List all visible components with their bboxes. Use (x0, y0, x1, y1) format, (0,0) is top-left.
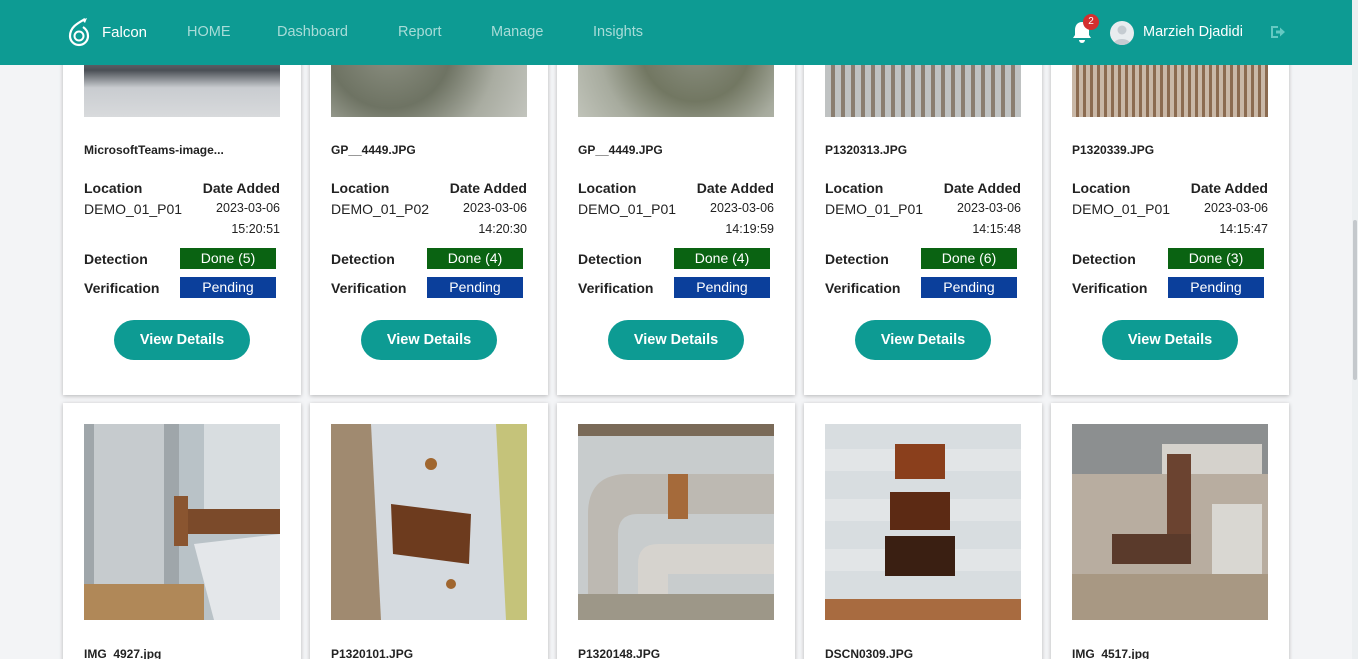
file-name: GP__4449.JPG (578, 143, 663, 157)
pipe-photo (1072, 424, 1268, 620)
image-thumbnail[interactable] (331, 424, 527, 620)
location-label: Location (578, 180, 637, 196)
detection-status-badge: Done (4) (674, 248, 770, 269)
detection-label: Detection (578, 251, 642, 267)
date-added-label: Date Added (943, 180, 1021, 196)
verification-status-badge: Pending (674, 277, 770, 298)
date-added-label: Date Added (1190, 180, 1268, 196)
date-value: 2023-03-06 (957, 201, 1021, 215)
verification-label: Verification (1072, 280, 1148, 296)
location-label: Location (825, 180, 884, 196)
date-value: 2023-03-06 (463, 201, 527, 215)
date-value: 2023-03-06 (710, 201, 774, 215)
view-details-button[interactable]: View Details (608, 320, 744, 360)
verification-status-badge: Pending (180, 277, 276, 298)
brand[interactable]: Falcon (66, 17, 147, 47)
nav-dashboard[interactable]: Dashboard (277, 24, 348, 40)
image-thumbnail[interactable] (84, 424, 280, 620)
date-added-label: Date Added (449, 180, 527, 196)
nav-report[interactable]: Report (398, 24, 442, 40)
image-thumbnail[interactable] (825, 424, 1021, 620)
location-label: Location (1072, 180, 1131, 196)
location-value: DEMO_01_P01 (1072, 201, 1171, 217)
verification-label: Verification (84, 280, 160, 296)
pipe-photo (84, 424, 280, 620)
location-value: DEMO_01_P02 (331, 201, 430, 217)
nav-manage[interactable]: Manage (491, 24, 543, 40)
brand-name: Falcon (102, 23, 148, 41)
image-card: P1320101.JPG (310, 403, 548, 659)
detection-status-badge: Done (3) (1168, 248, 1264, 269)
pipe-photo (331, 424, 527, 620)
verification-label: Verification (578, 280, 654, 296)
time-value: 14:20:30 (478, 222, 527, 236)
verification-label: Verification (825, 280, 901, 296)
file-name: DSCN0309.JPG (825, 647, 914, 659)
verification-label: Verification (331, 280, 407, 296)
detection-status-badge: Done (4) (427, 248, 523, 269)
date-value: 2023-03-06 (216, 201, 280, 215)
time-value: 15:20:51 (231, 222, 280, 236)
verification-status-badge: Pending (427, 277, 523, 298)
logout-icon[interactable] (1269, 23, 1287, 41)
detection-status-badge: Done (5) (180, 248, 276, 269)
user-name[interactable]: Marzieh Djadidi (1143, 24, 1243, 40)
file-name: GP__4449.JPG (331, 143, 416, 157)
date-value: 2023-03-06 (1204, 201, 1268, 215)
verification-status-badge: Pending (1168, 277, 1264, 298)
image-card: P1320148.JPG (557, 403, 795, 659)
nav-home[interactable]: HOME (187, 24, 231, 40)
detection-label: Detection (84, 251, 148, 267)
avatar[interactable] (1110, 21, 1134, 45)
view-details-button[interactable]: View Details (361, 320, 497, 360)
image-card: IMG_4517.jpg (1051, 403, 1289, 659)
location-value: DEMO_01_P01 (825, 201, 924, 217)
pipe-photo (825, 424, 1021, 620)
date-added-label: Date Added (202, 180, 280, 196)
location-value: DEMO_01_P01 (84, 201, 183, 217)
location-label: Location (331, 180, 390, 196)
image-thumbnail[interactable] (1072, 424, 1268, 620)
detection-label: Detection (331, 251, 395, 267)
file-name: P1320339.JPG (1072, 143, 1155, 157)
location-value: DEMO_01_P01 (578, 201, 677, 217)
file-name: IMG_4517.jpg (1072, 647, 1150, 659)
detection-status-badge: Done (6) (921, 248, 1017, 269)
file-name: MicrosoftTeams-image... (84, 143, 224, 157)
date-added-label: Date Added (696, 180, 774, 196)
user-icon (1113, 25, 1131, 45)
view-details-button[interactable]: View Details (855, 320, 991, 360)
location-label: Location (84, 180, 143, 196)
image-card: DSCN0309.JPG (804, 403, 1042, 659)
file-name: P1320101.JPG (331, 647, 414, 659)
scrollbar-thumb[interactable] (1353, 220, 1357, 380)
view-details-button[interactable]: View Details (1102, 320, 1238, 360)
file-name: P1320148.JPG (578, 647, 661, 659)
falcon-logo-icon (68, 18, 90, 47)
image-card: IMG_4927.jpg (63, 403, 301, 659)
pipe-photo (578, 424, 774, 620)
time-value: 14:19:59 (725, 222, 774, 236)
file-name: IMG_4927.jpg (84, 647, 162, 659)
image-thumbnail[interactable] (578, 424, 774, 620)
nav-insights[interactable]: Insights (593, 24, 643, 40)
view-details-button[interactable]: View Details (114, 320, 250, 360)
notification-badge: 2 (1083, 14, 1099, 30)
detection-label: Detection (1072, 251, 1136, 267)
verification-status-badge: Pending (921, 277, 1017, 298)
time-value: 14:15:47 (1219, 222, 1268, 236)
top-navbar: Falcon HOME Dashboard Report Manage Insi… (0, 0, 1352, 65)
file-name: P1320313.JPG (825, 143, 908, 157)
detection-label: Detection (825, 251, 889, 267)
time-value: 14:15:48 (972, 222, 1021, 236)
